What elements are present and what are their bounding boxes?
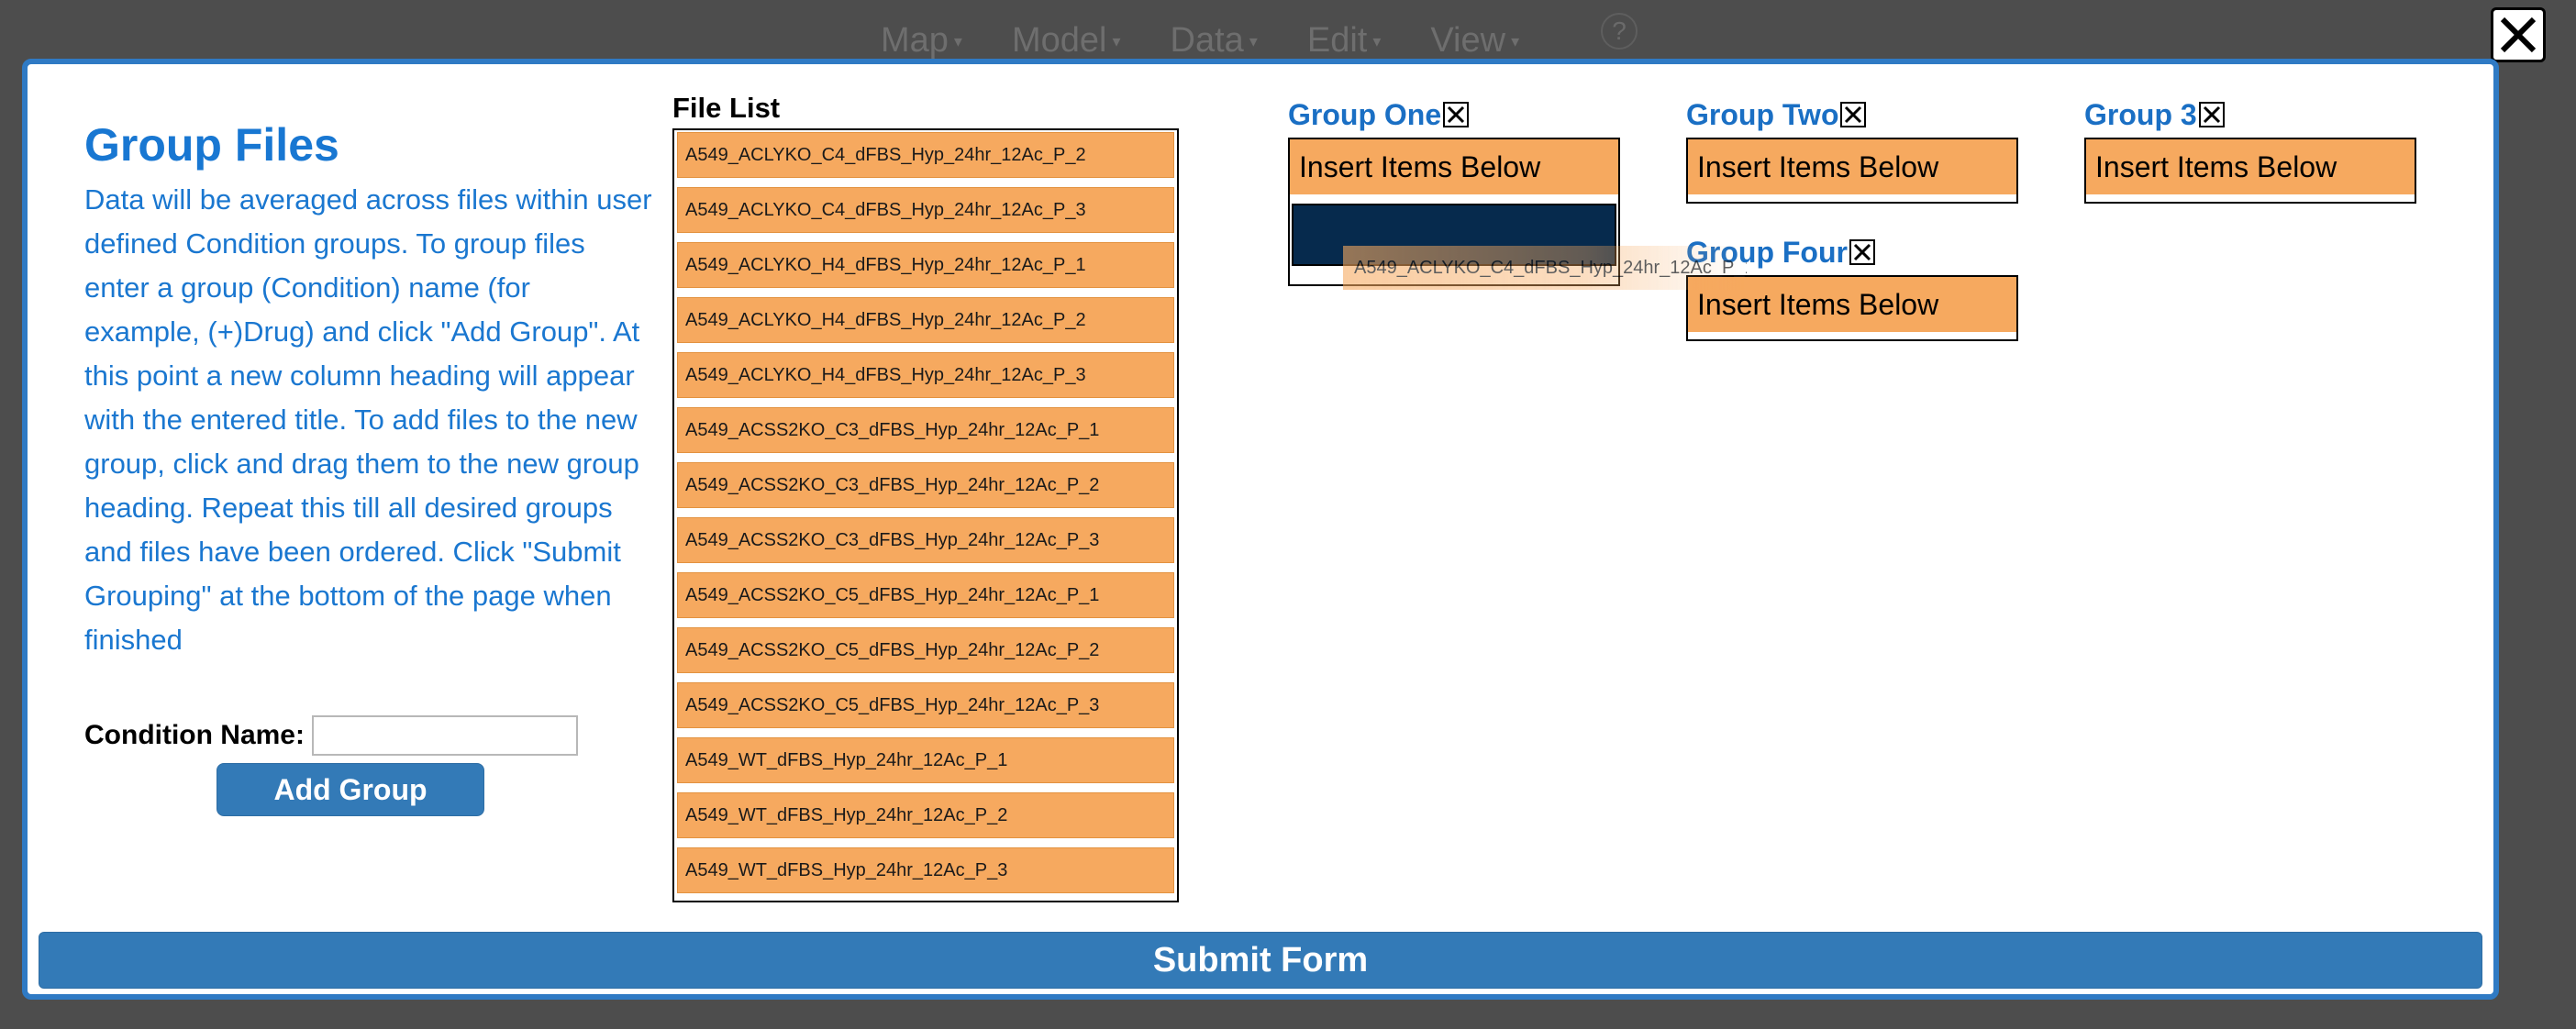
modal-title: Group Files <box>84 119 339 171</box>
close-modal-button[interactable] <box>2491 7 2546 62</box>
file-item[interactable]: A549_ACSS2KO_C3_dFBS_Hyp_24hr_12Ac_P_3 <box>677 517 1174 563</box>
file-item[interactable]: A549_ACLYKO_C4_dFBS_Hyp_24hr_12Ac_P_2 <box>677 132 1174 178</box>
file-item[interactable]: A549_ACSS2KO_C5_dFBS_Hyp_24hr_12Ac_P_1 <box>677 572 1174 618</box>
close-icon <box>1845 105 1862 124</box>
file-item[interactable]: A549_ACLYKO_H4_dFBS_Hyp_24hr_12Ac_P_2 <box>677 297 1174 343</box>
file-list: A549_ACLYKO_C4_dFBS_Hyp_24hr_12Ac_P_2 A5… <box>672 128 1179 902</box>
menu-view: View ▾ <box>1430 20 1520 60</box>
menu-edit: Edit ▾ <box>1306 20 1382 60</box>
remove-group-button[interactable] <box>2198 102 2225 127</box>
dragging-file-item[interactable]: A549_ACLYKO_C4_dFBS_Hyp_24hr_12Ac_P_1 <box>1343 246 1747 290</box>
file-item[interactable]: A549_WT_dFBS_Hyp_24hr_12Ac_P_2 <box>677 792 1174 838</box>
group-files-modal: Group Files Data will be averaged across… <box>22 59 2499 1000</box>
file-item[interactable]: A549_ACSS2KO_C3_dFBS_Hyp_24hr_12Ac_P_1 <box>677 407 1174 453</box>
file-item[interactable]: A549_WT_dFBS_Hyp_24hr_12Ac_P_3 <box>677 847 1174 893</box>
submit-form-button[interactable]: Submit Form <box>39 932 2482 989</box>
file-item[interactable]: A549_WT_dFBS_Hyp_24hr_12Ac_P_1 <box>677 737 1174 783</box>
menu-data: Data ▾ <box>1170 20 1258 60</box>
menu-map: Map ▾ <box>881 20 962 60</box>
condition-name-label: Condition Name: <box>84 720 305 750</box>
group-header: Group One <box>1288 95 1620 134</box>
group-drop-zone[interactable]: Insert Items Below <box>1686 138 2018 204</box>
condition-name-input[interactable] <box>312 715 578 756</box>
group-header: Group 3 <box>2084 95 2416 134</box>
remove-group-button[interactable] <box>1849 239 1875 265</box>
group-title: Group One <box>1288 97 1442 131</box>
menu-model: Model ▾ <box>1011 20 1121 60</box>
close-icon <box>2203 105 2220 124</box>
instructions-text: Data will be averaged across files withi… <box>84 183 652 656</box>
group-title: Group 3 <box>2084 97 2197 131</box>
help-icon: ? <box>1601 13 1638 50</box>
close-icon <box>1448 105 1465 124</box>
insert-items-label: Insert Items Below <box>1290 139 1618 202</box>
close-icon <box>2500 17 2537 53</box>
insert-items-label: Insert Items Below <box>1688 139 2016 202</box>
remove-group-button[interactable] <box>1840 102 1867 127</box>
condition-row: Condition Name: <box>84 715 578 756</box>
file-item[interactable]: A549_ACLYKO_H4_dFBS_Hyp_24hr_12Ac_P_3 <box>677 352 1174 398</box>
group-3: Group 3 Insert Items Below <box>2084 95 2416 204</box>
file-item[interactable]: A549_ACSS2KO_C5_dFBS_Hyp_24hr_12Ac_P_2 <box>677 627 1174 673</box>
insert-items-label: Insert Items Below <box>2086 139 2415 202</box>
group-header: Group Two <box>1686 95 2018 134</box>
file-item[interactable]: A549_ACLYKO_H4_dFBS_Hyp_24hr_12Ac_P_1 <box>677 242 1174 288</box>
instructions-panel: Group Files Data will be averaged across… <box>84 117 653 662</box>
group-title: Group Two <box>1686 97 1839 131</box>
file-item[interactable]: A549_ACLYKO_C4_dFBS_Hyp_24hr_12Ac_P_3 <box>677 187 1174 233</box>
file-item[interactable]: A549_ACSS2KO_C5_dFBS_Hyp_24hr_12Ac_P_3 <box>677 682 1174 728</box>
file-list-title: File List <box>672 92 781 124</box>
remove-group-button[interactable] <box>1443 102 1470 127</box>
file-item[interactable]: A549_ACSS2KO_C3_dFBS_Hyp_24hr_12Ac_P_2 <box>677 462 1174 508</box>
group-drop-zone[interactable]: Insert Items Below <box>2084 138 2416 204</box>
close-icon <box>1853 243 1871 261</box>
add-group-button[interactable]: Add Group <box>217 763 484 816</box>
group-two: Group Two Insert Items Below <box>1686 95 2018 204</box>
